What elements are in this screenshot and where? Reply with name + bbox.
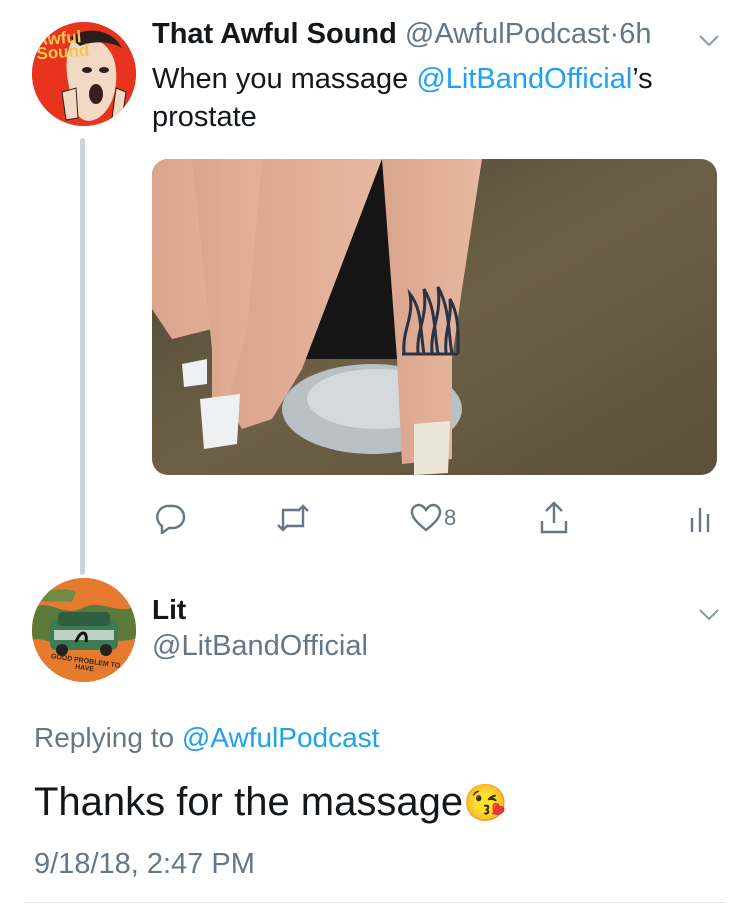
separator-dot: · bbox=[609, 18, 620, 50]
chevron-down-icon[interactable] bbox=[698, 32, 720, 53]
avatar-logo-text: Awful Sound bbox=[34, 27, 90, 64]
author-name[interactable]: Lit bbox=[152, 594, 186, 626]
share-icon bbox=[540, 501, 568, 534]
like-button[interactable]: 8 bbox=[410, 500, 456, 536]
tweet-timestamp[interactable]: 9/18/18, 2:47 PM bbox=[34, 848, 255, 881]
tweet-header: That Awful Sound @AwfulPodcast·6h bbox=[152, 18, 651, 51]
author-name[interactable]: That Awful Sound bbox=[152, 18, 397, 50]
tweet-text-start: When you massage bbox=[152, 63, 417, 95]
analytics-icon bbox=[690, 508, 710, 532]
mention-link[interactable]: @LitBandOfficial bbox=[416, 63, 632, 95]
analytics-button[interactable] bbox=[688, 500, 712, 536]
replying-to-handle[interactable]: @AwfulPodcast bbox=[182, 722, 380, 753]
photo-image bbox=[152, 159, 717, 475]
author-handle[interactable]: @LitBandOfficial bbox=[152, 630, 368, 663]
kiss-emoji: 😘 bbox=[463, 781, 508, 823]
retweet-button[interactable] bbox=[275, 500, 311, 536]
tweet-photo[interactable] bbox=[152, 159, 717, 475]
awful-sound-avatar[interactable]: Awful Sound bbox=[32, 22, 136, 126]
replying-prefix: Replying to bbox=[34, 722, 182, 753]
share-button[interactable] bbox=[538, 500, 570, 536]
time-ago[interactable]: 6h bbox=[619, 18, 651, 50]
reply-icon bbox=[156, 504, 186, 534]
heart-icon bbox=[410, 503, 442, 532]
tweet-text: When you massage @LitBandOfficial’s pros… bbox=[152, 60, 712, 136]
like-count: 8 bbox=[444, 505, 457, 530]
chevron-down-icon[interactable] bbox=[698, 606, 720, 627]
replying-to: Replying to @AwfulPodcast bbox=[34, 722, 379, 754]
reply-button[interactable] bbox=[155, 500, 187, 536]
author-handle[interactable]: @AwfulPodcast bbox=[405, 18, 610, 50]
lit-avatar[interactable]: GOOD PROBLEM TO HAVE bbox=[32, 578, 136, 682]
divider bbox=[25, 902, 725, 903]
reply-tweet-text: Thanks for the massage 😘 bbox=[34, 780, 508, 825]
thread-line bbox=[80, 138, 85, 575]
reply-text: Thanks for the massage bbox=[34, 780, 464, 824]
retweet-icon bbox=[277, 504, 309, 532]
